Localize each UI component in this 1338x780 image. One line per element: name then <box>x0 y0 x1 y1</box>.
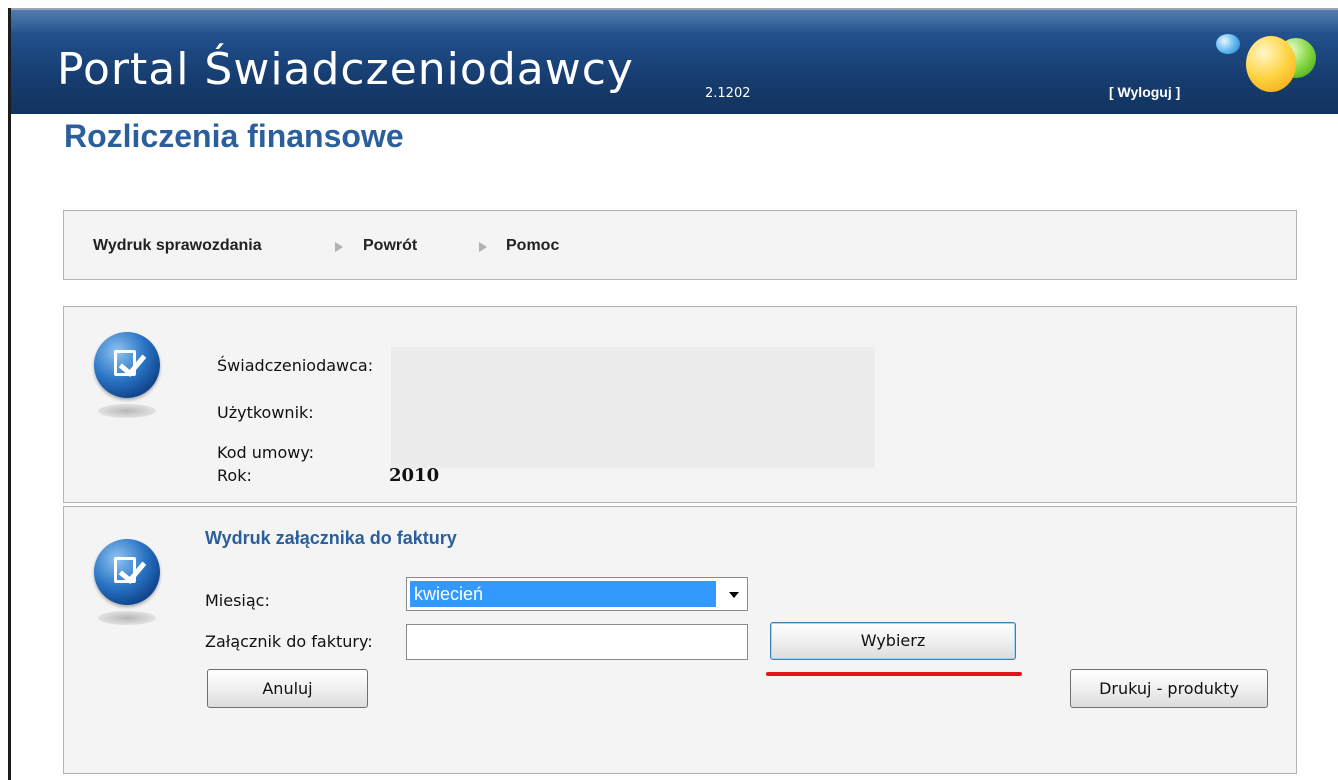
portal-header: Portal Świadczeniodawcy 2.1202 [ Wyloguj… <box>11 10 1338 114</box>
month-selected-value: kwiecień <box>410 581 716 607</box>
portal-version: 2.1202 <box>705 86 751 101</box>
cancel-button[interactable]: Anuluj <box>207 669 368 708</box>
menu-item-back[interactable]: Powrót <box>363 237 417 255</box>
logo-blue-ball <box>1216 34 1240 54</box>
print-products-button[interactable]: Drukuj - produkty <box>1070 669 1268 708</box>
menu-item-help[interactable]: Pomoc <box>506 237 559 255</box>
document-check-icon <box>94 539 160 625</box>
attachment-input[interactable] <box>406 624 748 660</box>
document-check-icon <box>94 332 160 418</box>
section-title: Wydruk załącznika do faktury <box>205 528 457 548</box>
contract-label: Kod umowy: <box>217 443 315 462</box>
year-label: Rok: <box>217 466 252 485</box>
year-value: 2010 <box>389 465 440 486</box>
menu-item-print-report[interactable]: Wydruk sprawozdania <box>93 237 262 255</box>
redacted-area <box>391 347 875 468</box>
choose-button[interactable]: Wybierz <box>770 622 1016 660</box>
chevron-down-icon[interactable] <box>729 592 739 598</box>
page-title: Rozliczenia finansowe <box>64 118 404 154</box>
window-left-border <box>8 8 11 780</box>
month-label: Miesiąc: <box>205 591 270 610</box>
logo-yellow-ball <box>1246 36 1296 92</box>
menu-separator-arrow-icon <box>335 242 343 252</box>
logout-link[interactable]: [ Wyloguj ] <box>1109 84 1180 100</box>
action-menu: Wydruk sprawozdania Powrót Pomoc <box>63 210 1297 280</box>
red-annotation-underline <box>766 672 1022 676</box>
user-label: Użytkownik: <box>217 403 314 422</box>
logo-balls-icon <box>1206 24 1336 114</box>
provider-label: Świadczeniodawca: <box>217 356 374 375</box>
month-select[interactable]: kwiecień <box>406 577 748 611</box>
attachment-label: Załącznik do faktury: <box>205 632 373 651</box>
header-gloss <box>11 10 1338 32</box>
portal-title: Portal Świadczeniodawcy <box>57 44 634 95</box>
menu-separator-arrow-icon <box>479 242 487 252</box>
